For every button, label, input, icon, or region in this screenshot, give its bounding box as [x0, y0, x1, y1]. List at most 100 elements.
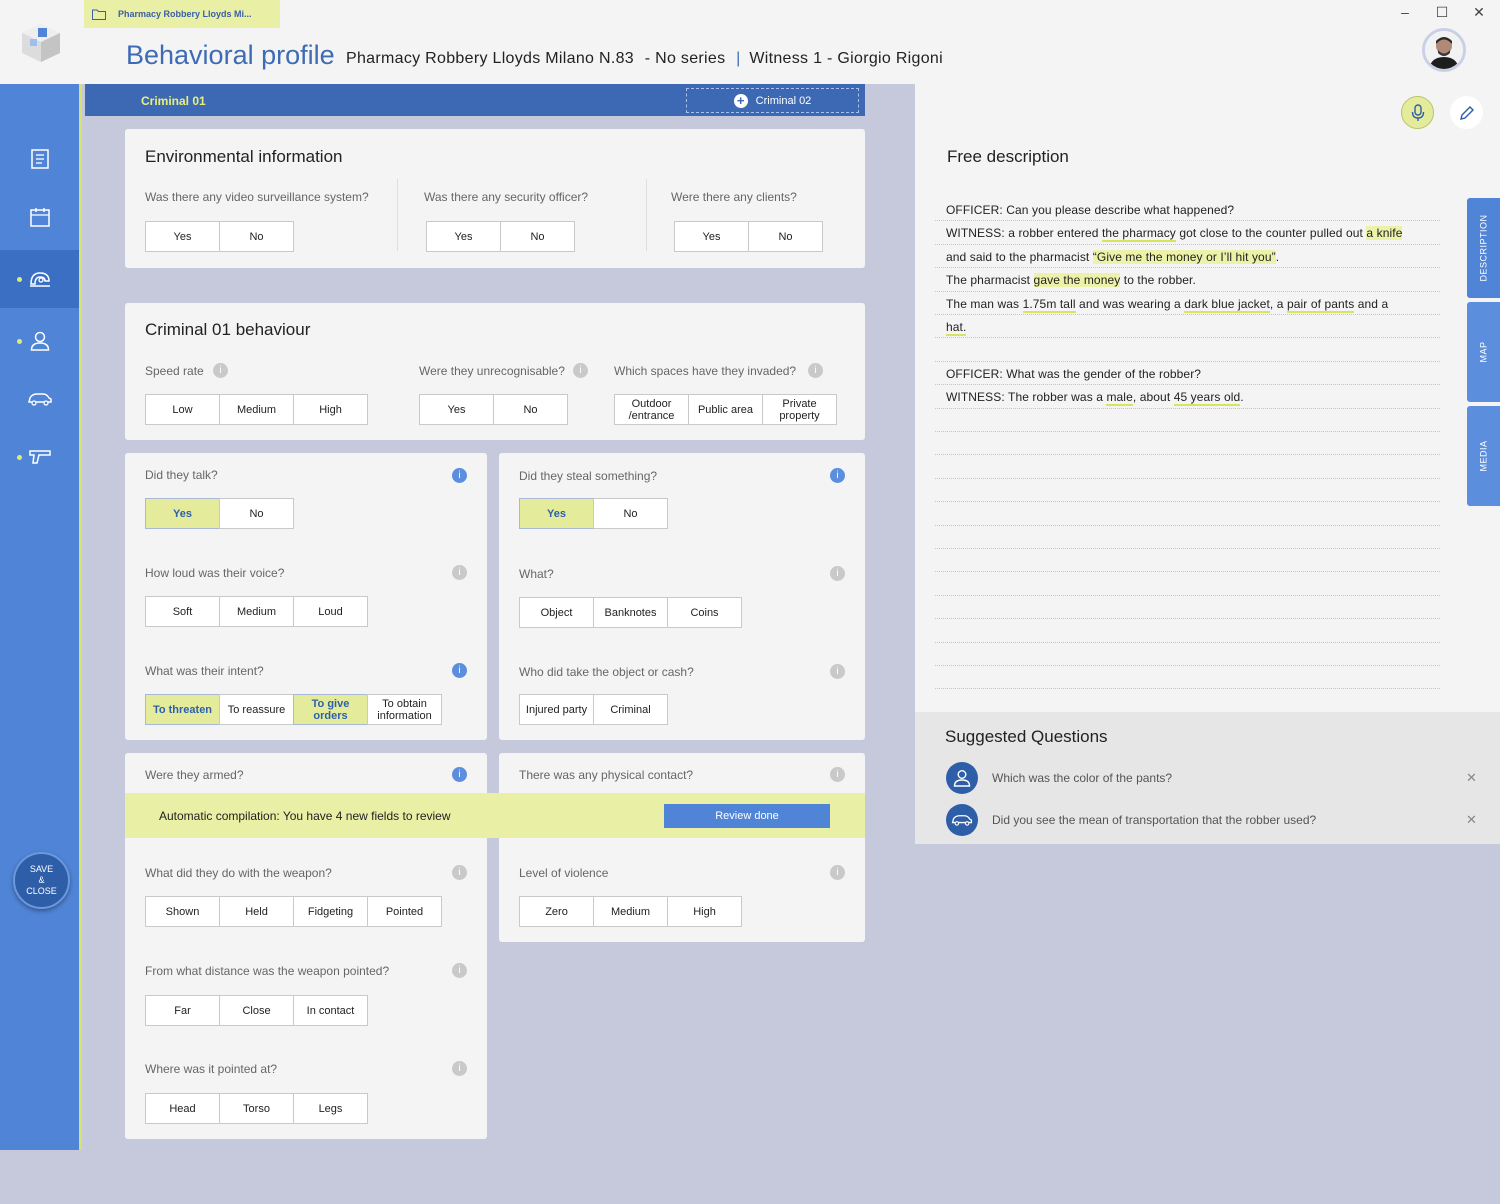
option-object[interactable]: Object: [519, 597, 594, 628]
option-zero[interactable]: Zero: [519, 896, 594, 927]
option-loud[interactable]: Loud: [293, 596, 368, 627]
option-yes[interactable]: Yes: [426, 221, 501, 252]
info-icon[interactable]: i: [830, 767, 845, 782]
minimize-button[interactable]: –: [1395, 4, 1415, 20]
case-series: - No series: [644, 50, 726, 67]
transcript-line: WITNESS: The robber was a male, about 45…: [946, 390, 1244, 406]
info-icon[interactable]: i: [830, 468, 845, 483]
banner-text: Automatic compilation: You have 4 new fi…: [159, 809, 451, 823]
info-icon[interactable]: i: [830, 566, 845, 581]
option-public-area[interactable]: Public area: [688, 394, 763, 425]
dismiss-icon[interactable]: ✕: [1466, 770, 1477, 786]
info-icon[interactable]: i: [452, 468, 467, 483]
option-outdoor[interactable]: Outdoor /entrance: [614, 394, 689, 425]
option-coins[interactable]: Coins: [667, 597, 742, 628]
option-no[interactable]: No: [493, 394, 568, 425]
option-soft[interactable]: Soft: [145, 596, 220, 627]
close-button[interactable]: ✕: [1469, 4, 1489, 21]
sidebar-item-report[interactable]: [0, 130, 79, 188]
option-yes[interactable]: Yes: [419, 394, 494, 425]
info-icon[interactable]: i: [830, 865, 845, 880]
option-to-give-orders-selected[interactable]: To give orders: [293, 694, 368, 725]
question-label: Were they armed?: [145, 768, 244, 782]
info-icon[interactable]: i: [452, 663, 467, 678]
option-no[interactable]: No: [219, 221, 294, 252]
person-icon: [30, 331, 49, 351]
option-far[interactable]: Far: [145, 995, 220, 1026]
option-low[interactable]: Low: [145, 394, 220, 425]
microphone-button[interactable]: [1401, 96, 1434, 129]
option-pointed[interactable]: Pointed: [367, 896, 442, 927]
option-shown[interactable]: Shown: [145, 896, 220, 927]
tab-description[interactable]: DESCRIPTION: [1467, 198, 1500, 298]
sidebar-item-vehicle[interactable]: [0, 370, 79, 428]
option-yes-selected[interactable]: Yes: [519, 498, 594, 529]
ruled-line: [935, 665, 1440, 666]
info-icon[interactable]: i: [452, 963, 467, 978]
user-avatar[interactable]: [1422, 28, 1466, 72]
info-icon[interactable]: i: [452, 1061, 467, 1076]
option-no[interactable]: No: [219, 498, 294, 529]
option-close[interactable]: Close: [219, 995, 294, 1026]
info-icon[interactable]: i: [573, 363, 588, 378]
option-in-contact[interactable]: In contact: [293, 995, 368, 1026]
highlight: 1.75m tall: [1022, 297, 1076, 313]
speed-options: Low Medium High: [145, 394, 368, 425]
option-no[interactable]: No: [748, 221, 823, 252]
option-to-reassure[interactable]: To reassure: [219, 694, 294, 725]
option-banknotes[interactable]: Banknotes: [593, 597, 668, 628]
add-criminal-02-tab[interactable]: + Criminal 02: [686, 88, 859, 113]
info-icon[interactable]: i: [830, 664, 845, 679]
option-no[interactable]: No: [500, 221, 575, 252]
maximize-button[interactable]: ☐: [1432, 4, 1452, 21]
option-head[interactable]: Head: [145, 1093, 220, 1124]
info-icon[interactable]: i: [452, 767, 467, 782]
option-private-property[interactable]: Private property: [762, 394, 837, 425]
save-and-close-button[interactable]: SAVE & CLOSE: [13, 852, 70, 909]
option-torso[interactable]: Torso: [219, 1093, 294, 1124]
suggested-question[interactable]: Which was the color of the pants?: [992, 771, 1172, 785]
option-high[interactable]: High: [667, 896, 742, 927]
option-high[interactable]: High: [293, 394, 368, 425]
option-held[interactable]: Held: [219, 896, 294, 927]
option-medium[interactable]: Medium: [219, 394, 294, 425]
info-icon[interactable]: i: [808, 363, 823, 378]
file-tab[interactable]: Pharmacy Robbery Lloyds Mi...: [84, 0, 280, 28]
option-fidgeting[interactable]: Fidgeting: [293, 896, 368, 927]
option-medium[interactable]: Medium: [219, 596, 294, 627]
transcript-line: WITNESS: a robber entered the pharmacy g…: [946, 226, 1403, 242]
option-yes[interactable]: Yes: [674, 221, 749, 252]
sidebar-item-calendar[interactable]: [0, 188, 79, 246]
option-medium[interactable]: Medium: [593, 896, 668, 927]
transcript-line: OFFICER: Can you please describe what ha…: [946, 203, 1235, 217]
option-yes-selected[interactable]: Yes: [145, 498, 220, 529]
suggested-question[interactable]: Did you see the mean of transportation t…: [992, 813, 1316, 827]
review-done-button[interactable]: Review done: [664, 804, 830, 828]
tab-media[interactable]: MEDIA: [1467, 406, 1500, 506]
sidebar-item-weapon[interactable]: [0, 428, 79, 486]
option-injured-party[interactable]: Injured party: [519, 694, 594, 725]
info-icon[interactable]: i: [452, 565, 467, 580]
option-yes[interactable]: Yes: [145, 221, 220, 252]
dismiss-icon[interactable]: ✕: [1466, 812, 1477, 828]
option-to-threaten-selected[interactable]: To threaten: [145, 694, 220, 725]
option-criminal[interactable]: Criminal: [593, 694, 668, 725]
question-label: There was any physical contact?: [519, 768, 694, 782]
tab-criminal-01[interactable]: Criminal 01: [141, 94, 206, 108]
question-label: Was there any video surveillance system?: [145, 190, 369, 204]
sidebar-item-behaviour[interactable]: [0, 250, 79, 308]
option-no[interactable]: No: [593, 498, 668, 529]
option-legs[interactable]: Legs: [293, 1093, 368, 1124]
tab-map[interactable]: MAP: [1467, 302, 1500, 402]
info-icon[interactable]: i: [213, 363, 228, 378]
info-icon[interactable]: i: [452, 865, 467, 880]
transcript-line: hat.: [946, 320, 967, 336]
option-to-obtain-information[interactable]: To obtain information: [367, 694, 442, 725]
behaviour-card: Criminal 01 behaviour Speed rate i Low M…: [125, 303, 865, 440]
edit-button[interactable]: [1450, 96, 1483, 129]
microphone-icon: [1411, 103, 1424, 121]
ruled-line: [935, 361, 1440, 362]
description-title: Free description: [947, 147, 1069, 166]
highlight: gave the money: [1033, 273, 1121, 287]
sidebar-item-person[interactable]: [0, 312, 79, 370]
